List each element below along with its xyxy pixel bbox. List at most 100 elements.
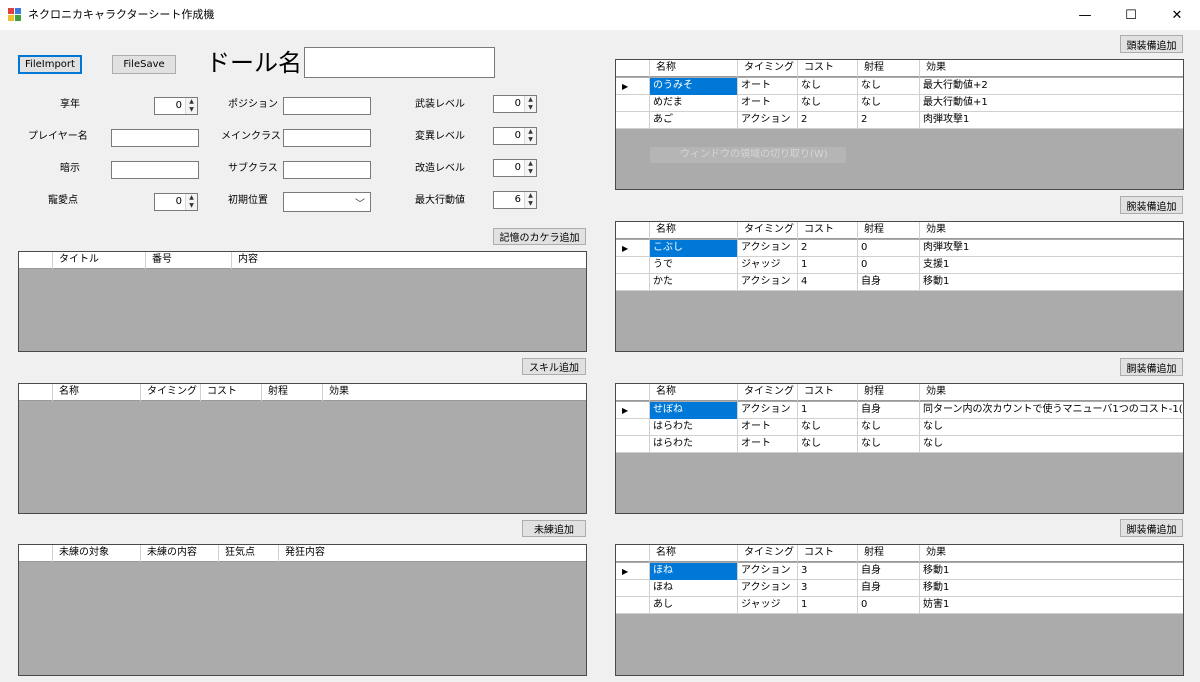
body-col-cost[interactable]: コスト (798, 384, 858, 401)
leg-cell-cost[interactable]: 3 (798, 563, 858, 580)
arm-cell-name[interactable]: かた (650, 274, 738, 291)
row-header[interactable]: ▶ (616, 402, 650, 419)
regrets-col-madness-content[interactable]: 発狂内容 (279, 545, 586, 562)
arm-cell-cost[interactable]: 4 (798, 274, 858, 291)
leg-cell-effect[interactable]: 妨害1 (920, 597, 1183, 614)
spin-up-icon[interactable]: ▲ (525, 128, 536, 136)
body-cell-name[interactable]: はらわた (650, 436, 738, 453)
table-row[interactable]: うで ジャッジ 1 0 支援1 (616, 257, 1183, 274)
minimize-button[interactable]: — (1062, 0, 1108, 30)
body-cell-name[interactable]: はらわた (650, 419, 738, 436)
leg-col-timing[interactable]: タイミング (738, 545, 798, 562)
initial-position-select[interactable]: ﹀ (283, 192, 371, 212)
head-cell-effect[interactable]: 肉弾攻撃1 (920, 112, 1183, 129)
arm-cell-range[interactable]: 0 (858, 240, 920, 257)
max-action-spinner[interactable]: 6 ▲ ▼ (493, 191, 537, 209)
leg-col-cost[interactable]: コスト (798, 545, 858, 562)
body-equipment-grid[interactable]: 名称 タイミング コスト 射程 効果 ▶ せぼね アクション 1 自身 同ターン内の次カウントで使う… (615, 383, 1184, 514)
head-cell-cost[interactable]: 2 (798, 112, 858, 129)
leg-cell-range[interactable]: 自身 (858, 563, 920, 580)
head-cell-timing[interactable]: オート (738, 95, 798, 112)
leg-cell-effect[interactable]: 移動1 (920, 563, 1183, 580)
hint-input[interactable] (111, 161, 199, 179)
skills-col-cost[interactable]: コスト (201, 384, 262, 401)
player-name-input[interactable] (111, 129, 199, 147)
table-row[interactable]: めだま オート なし なし 最大行動値+1 (616, 95, 1183, 112)
head-col-cost[interactable]: コスト (798, 60, 858, 77)
spin-up-icon[interactable]: ▲ (186, 98, 197, 106)
modify-level-spinner[interactable]: 0 ▲ ▼ (493, 159, 537, 177)
leg-cell-cost[interactable]: 1 (798, 597, 858, 614)
table-row[interactable]: あし ジャッジ 1 0 妨害1 (616, 597, 1183, 614)
skills-col-name[interactable]: 名称 (53, 384, 141, 401)
regrets-grid[interactable]: 未練の対象 未練の内容 狂気点 発狂内容 (18, 544, 587, 676)
table-row[interactable]: はらわた オート なし なし なし (616, 436, 1183, 453)
table-row[interactable]: ▶ せぼね アクション 1 自身 同ターン内の次カウントで使うマニューバ1つのコスト-1(… (616, 402, 1183, 419)
add-regret-button[interactable]: 未練追加 (522, 520, 586, 537)
main-class-input[interactable] (283, 129, 371, 147)
arm-cell-timing[interactable]: ジャッジ (738, 257, 798, 274)
leg-cell-name[interactable]: ほね (650, 580, 738, 597)
age-spin-arrows[interactable]: ▲ ▼ (185, 98, 197, 114)
head-cell-range[interactable]: 2 (858, 112, 920, 129)
spin-up-icon[interactable]: ▲ (525, 96, 536, 104)
row-header[interactable] (616, 419, 650, 436)
armed-level-spinner[interactable]: 0 ▲ ▼ (493, 95, 537, 113)
head-cell-effect[interactable]: 最大行動値+1 (920, 95, 1183, 112)
spin-down-icon[interactable]: ▼ (525, 200, 536, 208)
doll-name-input[interactable] (304, 47, 495, 78)
row-header[interactable] (616, 95, 650, 112)
favor-spin-arrows[interactable]: ▲ ▼ (185, 194, 197, 210)
skills-grid[interactable]: 名称 タイミング コスト 射程 効果 (18, 383, 587, 514)
row-header[interactable]: ▶ (616, 240, 650, 257)
row-header[interactable]: ▶ (616, 563, 650, 580)
table-row[interactable]: ほね アクション 3 自身 移動1 (616, 580, 1183, 597)
arm-cell-timing[interactable]: アクション (738, 274, 798, 291)
body-cell-timing[interactable]: アクション (738, 402, 798, 419)
sub-class-input[interactable] (283, 161, 371, 179)
arm-cell-name[interactable]: うで (650, 257, 738, 274)
body-cell-name[interactable]: せぼね (650, 402, 738, 419)
arm-cell-effect[interactable]: 肉弾攻撃1 (920, 240, 1183, 257)
body-cell-cost[interactable]: 1 (798, 402, 858, 419)
arm-equipment-grid[interactable]: 名称 タイミング コスト 射程 効果 ▶ こぶし アクション 2 0 肉弾攻撃1 うで ジャッジ 1 0 支援… (615, 221, 1184, 352)
mutation-spin-arrows[interactable]: ▲ ▼ (524, 128, 536, 144)
add-arm-equipment-button[interactable]: 腕装備追加 (1120, 196, 1183, 214)
head-col-timing[interactable]: タイミング (738, 60, 798, 77)
head-cell-name[interactable]: めだま (650, 95, 738, 112)
favor-spinner[interactable]: 0 ▲ ▼ (154, 193, 198, 211)
add-head-equipment-button[interactable]: 頭装備追加 (1120, 35, 1183, 53)
leg-col-name[interactable]: 名称 (650, 545, 738, 562)
position-input[interactable] (283, 97, 371, 115)
leg-equipment-grid[interactable]: 名称 タイミング コスト 射程 効果 ▶ ほね アクション 3 自身 移動1 ほね アクション 3 自身 移動… (615, 544, 1184, 676)
spin-down-icon[interactable]: ▼ (525, 168, 536, 176)
leg-cell-range[interactable]: 自身 (858, 580, 920, 597)
spin-down-icon[interactable]: ▼ (186, 202, 197, 210)
add-skill-button[interactable]: スキル追加 (522, 358, 586, 375)
regrets-col-content[interactable]: 未練の内容 (141, 545, 219, 562)
close-button[interactable]: ✕ (1154, 0, 1200, 30)
head-col-effect[interactable]: 効果 (920, 60, 1183, 77)
table-row[interactable]: あご アクション 2 2 肉弾攻撃1 (616, 112, 1183, 129)
skills-col-range[interactable]: 射程 (262, 384, 323, 401)
body-cell-effect[interactable]: なし (920, 436, 1183, 453)
modify-spin-arrows[interactable]: ▲ ▼ (524, 160, 536, 176)
body-col-timing[interactable]: タイミング (738, 384, 798, 401)
arm-cell-timing[interactable]: アクション (738, 240, 798, 257)
head-equipment-grid[interactable]: 名称 タイミング コスト 射程 効果 ▶ のうみそ オート なし なし 最大行動値+2 めだま オートな… (615, 59, 1184, 190)
arm-cell-effect[interactable]: 移動1 (920, 274, 1183, 291)
body-cell-timing[interactable]: オート (738, 436, 798, 453)
row-header[interactable] (616, 112, 650, 129)
head-col-name[interactable]: 名称 (650, 60, 738, 77)
body-col-name[interactable]: 名称 (650, 384, 738, 401)
row-header[interactable] (616, 436, 650, 453)
memory-col-title[interactable]: タイトル (53, 252, 146, 269)
spin-up-icon[interactable]: ▲ (525, 160, 536, 168)
memory-col-content[interactable]: 内容 (232, 252, 586, 269)
body-cell-cost[interactable]: なし (798, 419, 858, 436)
leg-cell-effect[interactable]: 移動1 (920, 580, 1183, 597)
maximize-button[interactable]: ☐ (1108, 0, 1154, 30)
regrets-col-target[interactable]: 未練の対象 (53, 545, 141, 562)
table-row[interactable]: かた アクション 4 自身 移動1 (616, 274, 1183, 291)
add-leg-equipment-button[interactable]: 脚装備追加 (1120, 519, 1183, 537)
